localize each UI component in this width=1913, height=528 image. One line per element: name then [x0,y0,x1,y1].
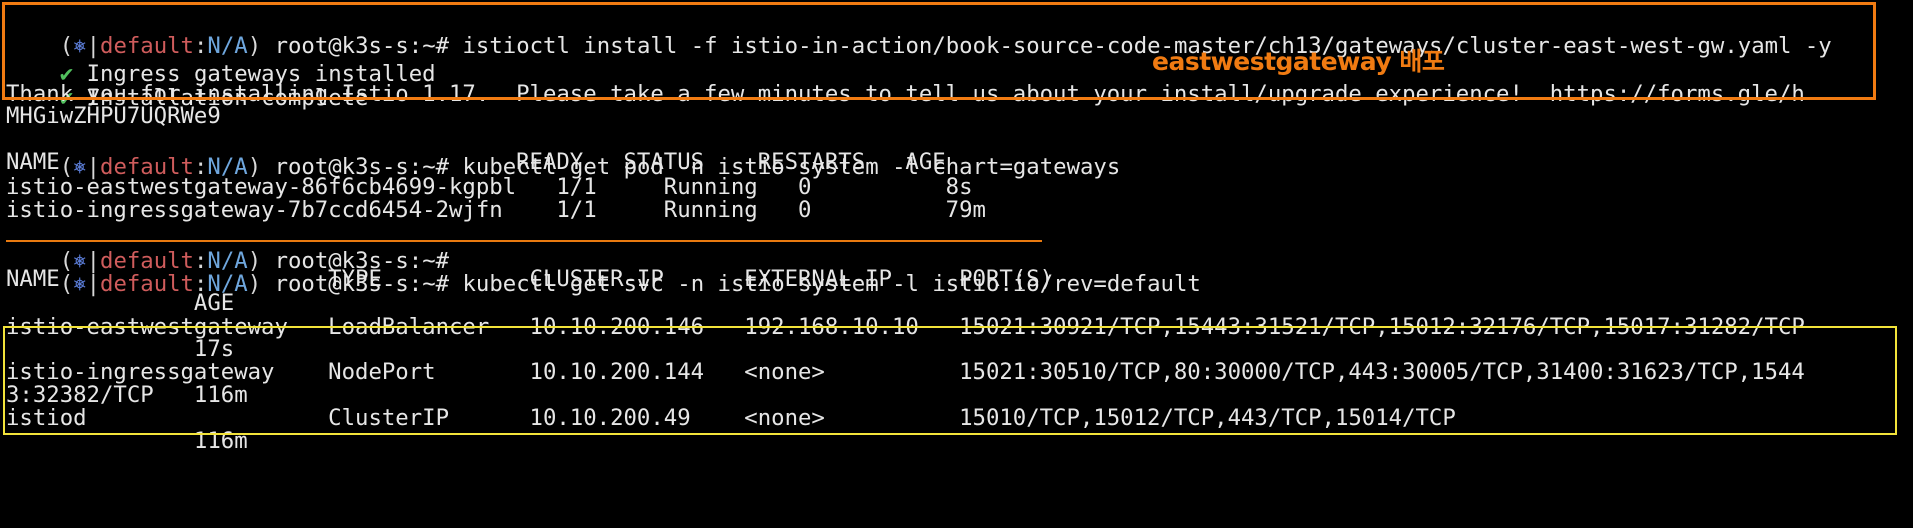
highlight-box-install [2,2,1876,100]
table-header: NAME READY STATUS RESTARTS AGE [6,149,946,175]
annotation-label: eastwestgateway 배포 [1152,47,1445,76]
highlight-underline-eastwest-pod [6,240,1042,242]
highlight-box-eastwest-svc [3,326,1897,435]
